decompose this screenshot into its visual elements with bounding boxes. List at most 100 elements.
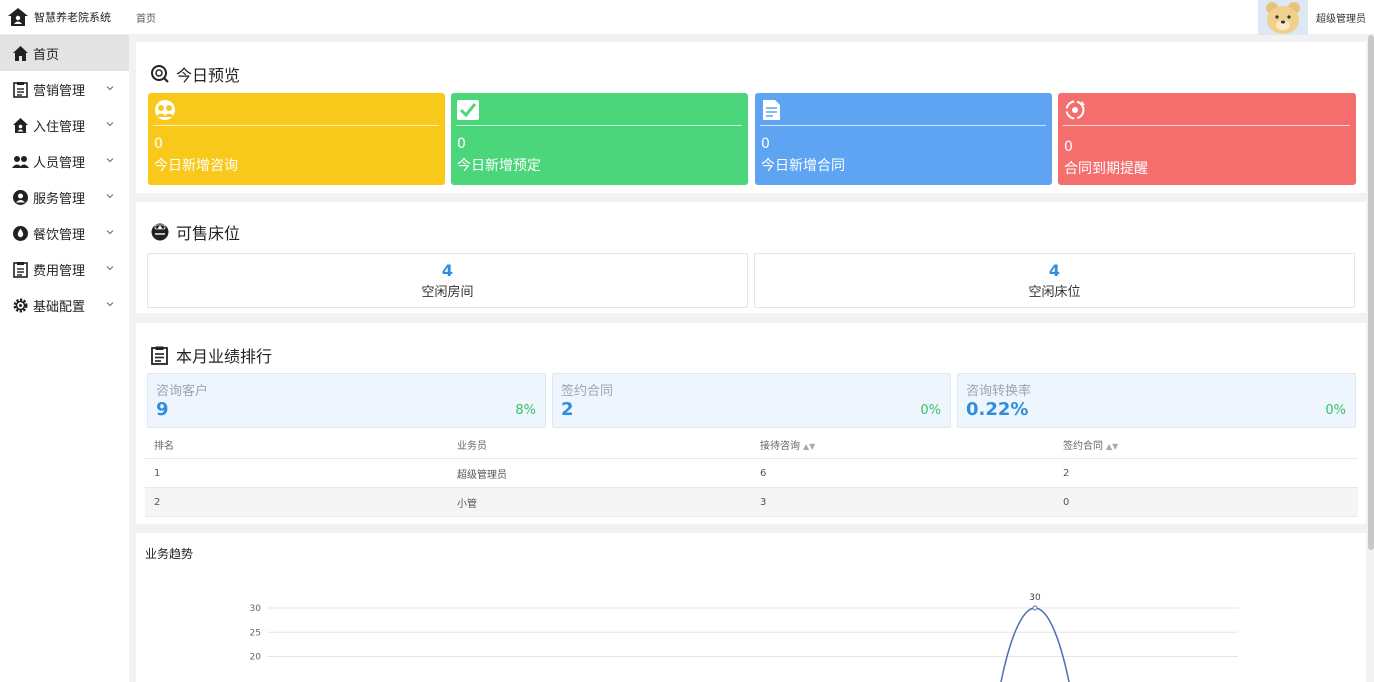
sidebar-item-label: 基础配置: [33, 299, 86, 315]
tile-divider: [760, 125, 1046, 126]
table-cell: 3: [760, 496, 767, 508]
sort-icon[interactable]: ▲▼: [803, 442, 815, 451]
bear-avatar-icon: [1258, 0, 1308, 35]
table-row[interactable]: 2 小管 3 0: [145, 488, 1358, 517]
free-rooms-box[interactable]: 4 空闲房间: [147, 253, 748, 308]
tile-divider: [153, 125, 439, 126]
tile-contract-expiry[interactable]: 0 合同到期提醒: [1058, 93, 1356, 185]
column-header-contracts[interactable]: 签约合同 ▲▼: [1054, 437, 1357, 452]
chevron-down-icon: [106, 266, 114, 271]
search-icon: [151, 65, 169, 83]
sidebar-item-label: 首页: [33, 47, 60, 63]
clipboard-icon: [151, 346, 168, 365]
sidebar-item-config[interactable]: 基础配置: [0, 287, 129, 323]
tile-value: 0: [761, 136, 770, 152]
table-row[interactable]: 1 超级管理员 6 2: [145, 459, 1358, 488]
tile-value: 0: [154, 136, 163, 152]
home-icon: [13, 45, 28, 61]
chevron-down-icon: [106, 194, 114, 199]
stat-value: 0.22%: [966, 399, 1029, 420]
user-menu[interactable]: 超级管理员: [1258, 0, 1366, 35]
ranking-title: 本月业绩排行: [150, 343, 272, 367]
gear-icon: [13, 298, 28, 312]
sidebar-item-catering[interactable]: 餐饮管理: [0, 215, 129, 251]
stat-label: 签约合同: [561, 384, 614, 399]
tile-label: 合同到期提醒: [1064, 161, 1148, 177]
chevron-down-icon: [106, 122, 114, 127]
beds-title-text: 可售床位: [176, 224, 241, 243]
column-header-salesperson: 业务员: [457, 440, 487, 452]
nurse-icon: [151, 223, 169, 241]
y-tick-label: 25: [250, 628, 261, 638]
ranking-table: 排名 业务员 接待咨询 ▲▼ 签约合同 ▲▼ 1 超级管理员 6 2 2 小管 3 …: [145, 430, 1358, 517]
column-header-rank: 排名: [154, 440, 174, 452]
house-icon: [8, 8, 28, 26]
sidebar-item-staff[interactable]: 人员管理: [0, 143, 129, 179]
chevron-down-icon: [106, 230, 114, 235]
tile-label: 今日新增合同: [761, 158, 845, 174]
stat-label: 咨询转换率: [966, 384, 1032, 399]
y-tick-label: 30: [250, 604, 262, 614]
avatar[interactable]: [1258, 0, 1308, 35]
beds-card: 可售床位 4 空闲房间 4 空闲床位: [136, 202, 1366, 313]
column-header-label: 签约合同: [1063, 440, 1103, 452]
sidebar-item-marketing[interactable]: 营销管理: [0, 71, 129, 107]
stat-percent: 0%: [920, 403, 941, 418]
free-beds-box[interactable]: 4 空闲床位: [754, 253, 1355, 308]
tile-label: 今日新增预定: [457, 158, 541, 174]
breadcrumb[interactable]: 首页: [136, 10, 156, 25]
house-icon: [13, 117, 28, 133]
reminder-icon: [1065, 100, 1085, 120]
sidebar-item-fees[interactable]: 费用管理: [0, 251, 129, 287]
overview-title-text: 今日预览: [176, 66, 241, 85]
sidebar-item-label: 人员管理: [33, 155, 86, 171]
data-label: 30: [1029, 593, 1041, 603]
sort-icon[interactable]: ▲▼: [1106, 442, 1118, 451]
app-logo[interactable]: 智慧养老院系统: [0, 7, 129, 27]
chevron-down-icon: [106, 158, 114, 163]
tile-new-consult[interactable]: 0 今日新增咨询: [148, 93, 445, 185]
overview-card: 今日预览 0 今日新增咨询 0 今日新增预定 0 今日新增合同 0 合同到期提醒: [136, 42, 1366, 193]
tile-value: 0: [1064, 139, 1073, 155]
data-point: [1032, 605, 1038, 611]
stat-percent: 0%: [1325, 403, 1346, 418]
chevron-down-icon: [106, 302, 114, 307]
stat-value: 9: [156, 399, 169, 420]
table-cell: 1: [154, 467, 161, 479]
column-header-consults[interactable]: 接待咨询 ▲▼: [751, 437, 1054, 452]
overview-title: 今日预览: [150, 62, 240, 86]
beds-title: 可售床位: [150, 220, 240, 244]
table-cell: 6: [760, 467, 767, 479]
free-rooms-label: 空闲房间: [421, 285, 474, 300]
tile-new-booking[interactable]: 0 今日新增预定: [451, 93, 748, 185]
check-icon: [457, 100, 479, 120]
stat-signed-contracts: 签约合同 2 0%: [552, 373, 951, 428]
table-cell: 2: [1063, 467, 1070, 479]
drop-icon: [13, 225, 28, 241]
stat-conversion-rate: 咨询转换率 0.22% 0%: [957, 373, 1356, 428]
sidebar-item-checkin[interactable]: 入住管理: [0, 107, 129, 143]
stat-consult-customers: 咨询客户 9 8%: [147, 373, 546, 428]
table-cell: 超级管理员: [457, 469, 507, 481]
sidebar-item-service[interactable]: 服务管理: [0, 179, 129, 215]
table-header: 排名 业务员 接待咨询 ▲▼ 签约合同 ▲▼: [145, 430, 1358, 459]
document-icon: [763, 100, 780, 120]
page-scrollbar[interactable]: [1368, 35, 1374, 550]
sidebar-item-label: 服务管理: [33, 191, 86, 207]
tile-new-contract[interactable]: 0 今日新增合同: [755, 93, 1052, 185]
chevron-down-icon: [106, 86, 114, 91]
sidebar-item-home[interactable]: 首页: [0, 35, 129, 71]
sidebar-item-label: 营销管理: [33, 83, 86, 99]
free-rooms-value: 4: [441, 261, 454, 280]
user-name: 超级管理员: [1316, 14, 1366, 25]
clipboard-icon: [13, 81, 28, 98]
column-header-label: 接待咨询: [760, 440, 800, 452]
sidebar-item-label: 入住管理: [33, 119, 86, 135]
table-cell: 小管: [457, 498, 477, 510]
clipboard-icon: [13, 261, 28, 278]
table-cell: 0: [1063, 496, 1070, 508]
stat-percent: 8%: [515, 403, 536, 418]
table-cell: 2: [154, 496, 161, 508]
free-beds-label: 空闲床位: [1028, 285, 1081, 300]
users-icon: [155, 100, 175, 120]
